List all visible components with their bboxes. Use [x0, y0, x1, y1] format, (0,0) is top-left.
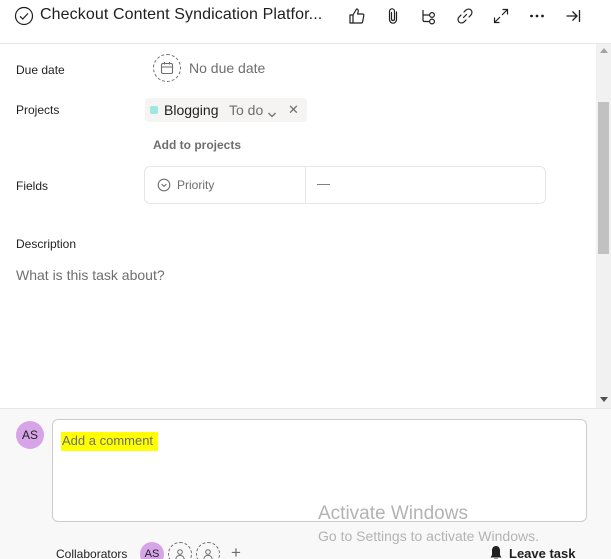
- add-collaborator-person-icon[interactable]: [196, 542, 220, 559]
- due-date-label: Due date: [16, 63, 65, 77]
- project-name[interactable]: Blogging: [164, 102, 219, 118]
- leave-task-label: Leave task: [509, 545, 576, 559]
- add-collaborator-person-icon[interactable]: [168, 542, 192, 559]
- priority-field-name: Priority: [177, 178, 215, 192]
- task-title[interactable]: Checkout Content Syndication Platfor...: [40, 6, 322, 24]
- project-pill[interactable]: Blogging To do ✕: [145, 98, 307, 122]
- project-color-swatch: [150, 106, 158, 114]
- add-collaborator-button[interactable]: +: [231, 543, 241, 559]
- watermark-title: Activate Windows: [318, 503, 468, 524]
- priority-field-value[interactable]: —: [317, 176, 330, 191]
- custom-fields-table: Priority —: [144, 166, 546, 204]
- link-icon[interactable]: [454, 5, 476, 27]
- thumbs-up-icon[interactable]: [346, 5, 368, 27]
- collaborators-label: Collaborators: [56, 547, 128, 559]
- comment-placeholder[interactable]: Add a comment: [61, 432, 159, 451]
- expand-icon[interactable]: [490, 5, 512, 27]
- project-section[interactable]: To do: [229, 102, 263, 118]
- due-date-value[interactable]: No due date: [189, 60, 265, 76]
- task-header: Checkout Content Syndication Platfor...: [0, 0, 611, 44]
- watermark-subtitle: Go to Settings to activate Windows.: [318, 528, 539, 544]
- field-divider: [305, 167, 306, 203]
- description-input[interactable]: What is this task about?: [16, 267, 165, 283]
- remove-project-icon[interactable]: ✕: [288, 103, 299, 117]
- avatar[interactable]: AS: [16, 421, 44, 449]
- bell-icon: [489, 545, 503, 559]
- more-icon[interactable]: [526, 5, 548, 27]
- scrollbar[interactable]: [596, 44, 611, 408]
- projects-label: Projects: [16, 103, 60, 117]
- scroll-down-arrow-icon[interactable]: [600, 397, 608, 402]
- scroll-thumb[interactable]: [598, 102, 609, 254]
- add-to-projects-button[interactable]: Add to projects: [153, 138, 241, 152]
- paperclip-icon[interactable]: [382, 5, 404, 27]
- calendar-icon[interactable]: [153, 54, 181, 82]
- description-label: Description: [16, 237, 77, 251]
- collaborator-avatar[interactable]: AS: [140, 542, 164, 559]
- leave-task-button[interactable]: Leave task: [489, 545, 576, 559]
- fields-label: Fields: [16, 179, 49, 193]
- close-panel-icon[interactable]: [562, 5, 584, 27]
- comment-footer: AS Add a comment Activate Windows Go to …: [0, 408, 611, 559]
- check-circle-icon[interactable]: [14, 6, 34, 26]
- chevron-down-icon[interactable]: [267, 106, 277, 118]
- priority-field-icon: [157, 178, 171, 192]
- subtask-icon[interactable]: [418, 5, 440, 27]
- scroll-up-arrow-icon[interactable]: [600, 48, 608, 53]
